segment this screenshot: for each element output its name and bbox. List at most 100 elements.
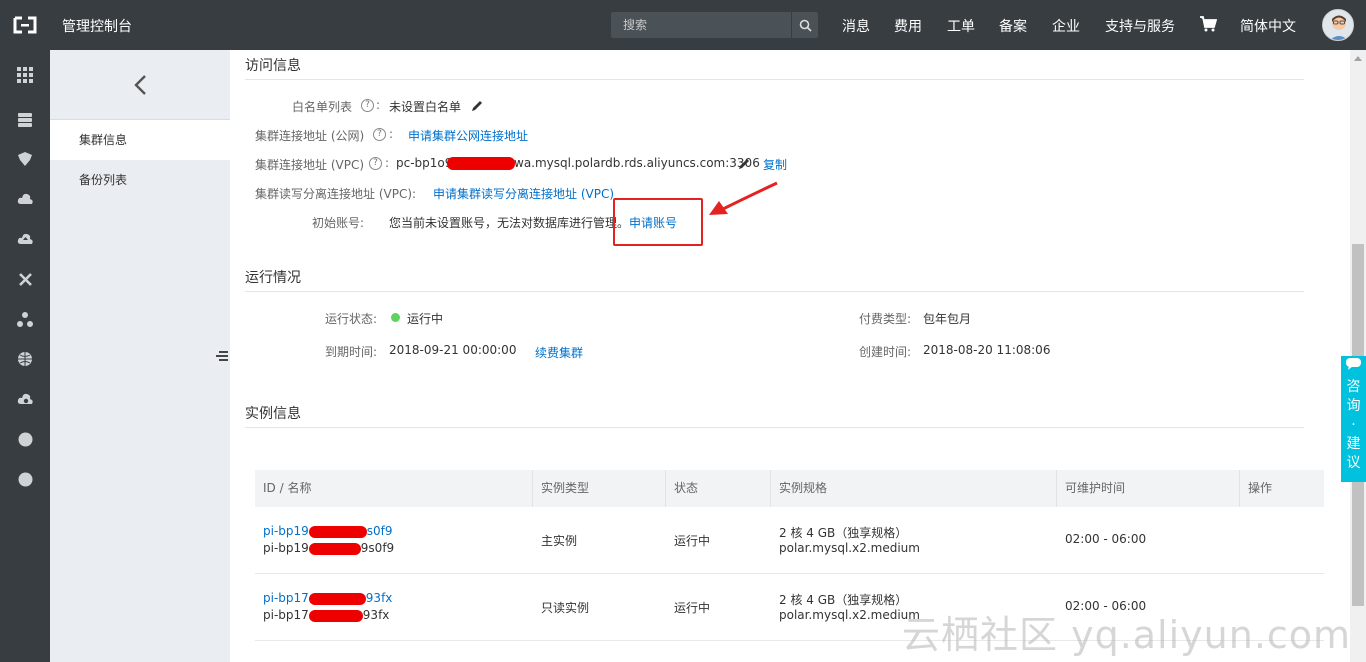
instance-id-prefix: pi-bp17 — [263, 591, 309, 605]
col-actions: 操作 — [1248, 481, 1273, 495]
instance-spec-code: polar.mysql.x2.medium — [779, 541, 920, 555]
chevron-left-icon — [134, 74, 146, 95]
shield-icon[interactable] — [16, 150, 34, 168]
instance-spec: 2 核 4 GB（独享规格） — [779, 593, 908, 607]
col-status: 状态 — [666, 470, 771, 507]
watermark: 云栖社区 yq.aliyun.com — [902, 613, 1352, 657]
instance-status: 运行中 — [674, 534, 711, 548]
instance-spec-code: polar.mysql.x2.medium — [779, 608, 920, 622]
status-label: 运行状态: — [325, 312, 378, 326]
instance-table-header: ID / 名称 实例类型 状态 实例规格 可维护时间 操作 — [255, 470, 1324, 507]
colon: : — [385, 156, 390, 170]
grid-menu-icon[interactable] — [16, 66, 34, 84]
status-value: 运行中 — [407, 312, 444, 326]
globe-icon[interactable] — [16, 350, 34, 368]
nav-tickets[interactable]: 工单 — [947, 16, 975, 36]
maintenance-window: 02:00 - 06:00 — [1065, 532, 1147, 546]
section-title-running: 运行情况 — [245, 270, 301, 286]
nav-icp[interactable]: 备案 — [999, 16, 1027, 36]
subnav-item-backup-list[interactable]: 备份列表 — [50, 160, 230, 200]
search-box — [611, 12, 818, 38]
annotation-highlight-box — [613, 198, 703, 246]
nav-billing[interactable]: 费用 — [894, 16, 922, 36]
instance-id-prefix: pi-bp19 — [263, 524, 309, 538]
instance-id-link[interactable]: pi-bp17 93fx — [263, 591, 392, 605]
redaction-mark — [447, 157, 515, 170]
vpc-address-prefix: pc-bp1o9 — [396, 156, 453, 170]
chat-bubble-icon — [1346, 358, 1361, 370]
help-icon[interactable]: ? — [361, 99, 374, 112]
pay-type-value: 包年包月 — [923, 312, 972, 326]
instance-spec: 2 核 4 GB（独享规格） — [779, 526, 908, 540]
divider — [245, 427, 1304, 428]
renew-link[interactable]: 续费集群 — [535, 344, 583, 361]
user-avatar-icon — [1323, 10, 1353, 40]
aliyun-logo-icon[interactable] — [12, 15, 38, 35]
edit-icon[interactable] — [470, 99, 484, 113]
rw-split-label: 集群读写分离连接地址 (VPC): — [255, 187, 417, 201]
cloud-icon[interactable] — [16, 190, 34, 208]
instance-name-suffix: 93fx — [362, 608, 390, 622]
section-title-access: 访问信息 — [245, 58, 301, 74]
col-type: 实例类型 — [533, 470, 666, 507]
cloud-refresh-icon[interactable] — [16, 390, 34, 408]
whitelist-label: 白名单列表 — [292, 100, 353, 114]
database-icon[interactable] — [16, 111, 34, 129]
nav-support[interactable]: 支持与服务 — [1105, 16, 1175, 36]
instance-name: pi-bp17 93fx — [263, 608, 389, 622]
instance-status: 运行中 — [674, 601, 711, 615]
created-value: 2018-08-20 11:08:06 — [923, 343, 1051, 357]
nav-messages[interactable]: 消息 — [842, 16, 870, 36]
vpc-address-suffix: wa.mysql.polardb.rds.aliyuncs.com:3306 — [514, 156, 760, 170]
icon-rail — [0, 50, 50, 662]
expire-label: 到期时间: — [325, 345, 378, 359]
feedback-button[interactable]: 咨询·建议 — [1341, 356, 1366, 482]
language-switch[interactable]: 简体中文 — [1240, 16, 1296, 36]
search-icon — [799, 19, 812, 32]
expire-value: 2018-09-21 00:00:00 — [389, 343, 517, 357]
subnav-item-cluster-info[interactable]: 集群信息 — [50, 120, 230, 160]
nav-enterprise[interactable]: 企业 — [1052, 16, 1080, 36]
divider — [245, 291, 1304, 292]
scroll-up-arrow-icon[interactable] — [1353, 54, 1363, 62]
circle-icon[interactable] — [16, 470, 34, 488]
annotation-arrow-icon — [709, 181, 778, 215]
edit-icon[interactable] — [737, 157, 751, 171]
col-id-name: ID / 名称 — [255, 470, 533, 507]
tools-icon[interactable] — [16, 270, 34, 288]
console-title[interactable]: 管理控制台 — [62, 16, 132, 36]
apply-rw-split-link[interactable]: 申请集群读写分离连接地址 (VPC) — [433, 185, 614, 202]
section-title-instances: 实例信息 — [245, 406, 301, 422]
cloud-upload-icon[interactable] — [16, 230, 34, 248]
created-label: 创建时间: — [859, 345, 912, 359]
top-bar: 管理控制台 消息 费用 工单 备案 企业 支持与服务 简体中文 — [0, 0, 1366, 50]
instance-id-link[interactable]: pi-bp19 s0f9 — [263, 524, 393, 538]
search-input[interactable] — [611, 12, 791, 38]
col-spec: 实例规格 — [771, 470, 1057, 507]
collapse-menu-icon — [216, 351, 228, 361]
help-icon[interactable]: ? — [369, 157, 382, 170]
circle-icon[interactable] — [16, 430, 34, 448]
cart-icon[interactable] — [1199, 15, 1217, 33]
back-button[interactable] — [50, 50, 230, 120]
pay-type-label: 付费类型: — [859, 312, 912, 326]
table-row: pi-bp19 s0f9 pi-bp19 9s0f9 主实例 运行中 2 核 4 G… — [255, 507, 1324, 574]
help-icon[interactable]: ? — [373, 128, 386, 141]
instance-type: 主实例 — [541, 534, 578, 548]
apply-public-address-link[interactable]: 申请集群公网连接地址 — [408, 127, 528, 144]
feedback-label: 咨询·建议 — [1346, 379, 1361, 471]
search-button[interactable] — [791, 12, 818, 38]
divider — [245, 79, 1304, 80]
redaction-mark — [308, 542, 361, 555]
instance-id-suffix: s0f9 — [366, 524, 393, 538]
sidebar-collapse-handle[interactable] — [214, 343, 230, 369]
avatar[interactable] — [1322, 9, 1354, 41]
network-icon[interactable] — [16, 310, 34, 328]
instance-type: 只读实例 — [541, 601, 590, 615]
col-maintenance: 可维护时间 — [1057, 470, 1240, 507]
redaction-mark — [308, 525, 367, 538]
whitelist-value: 未设置白名单 — [389, 100, 462, 114]
initial-account-text: 您当前未设置账号，无法对数据库进行管理。 — [389, 216, 630, 230]
copy-link[interactable]: 复制 — [763, 156, 787, 173]
status-running-icon — [391, 313, 400, 322]
